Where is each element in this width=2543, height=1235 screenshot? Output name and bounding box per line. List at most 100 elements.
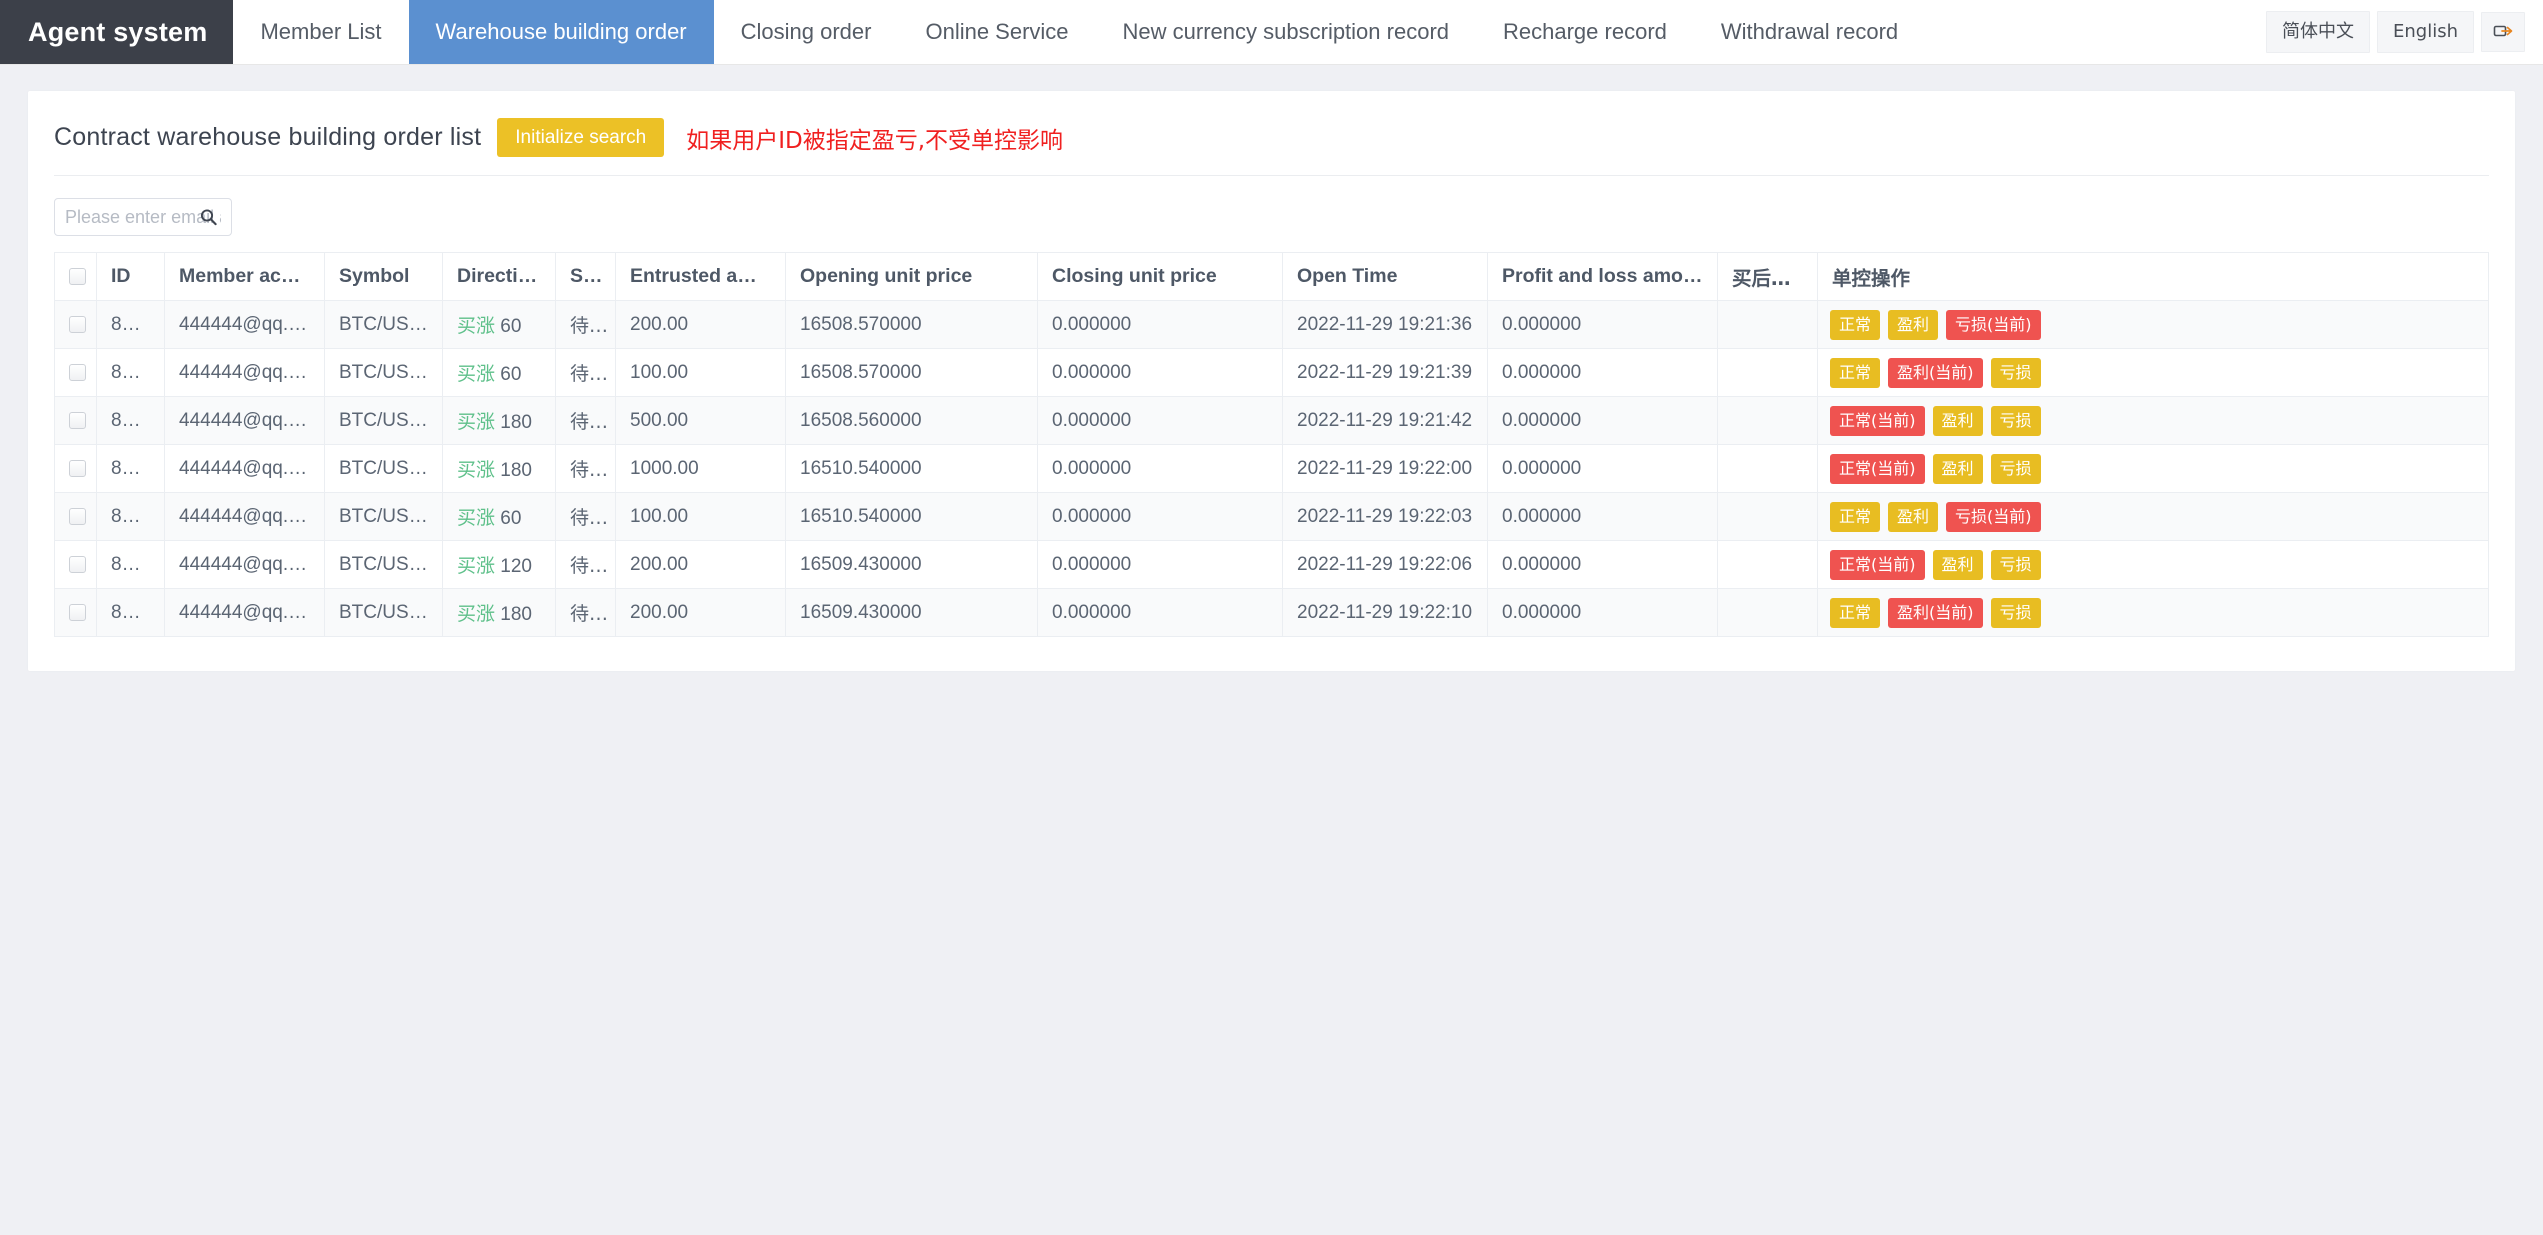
set-loss-button[interactable]: 亏损 [1990, 549, 2041, 580]
row-select-checkbox[interactable] [69, 315, 86, 333]
nav-item-recharge-record[interactable]: Recharge record [1476, 0, 1694, 64]
direction-value: 180 [500, 412, 532, 433]
col-header-direction[interactable]: Direction [442, 252, 556, 301]
set-loss-button[interactable]: 亏损 [1990, 357, 2041, 388]
set-profit-button[interactable]: 盈利 [1888, 501, 1939, 532]
cell-opening-unit-price: 16509.430000 [785, 588, 1038, 637]
language-zh-button[interactable]: 简体中文 [2266, 11, 2370, 53]
cell-balance-after [1717, 444, 1818, 493]
set-normal-button[interactable]: 正常(当前) [1830, 405, 1925, 436]
col-header-closing-unit-price[interactable]: Closing unit price [1037, 252, 1283, 301]
action-button-group: 正常(当前) 盈利 亏损 [1830, 405, 2476, 436]
logout-button[interactable] [2481, 12, 2525, 52]
row-select-checkbox[interactable] [69, 555, 86, 573]
col-header-state[interactable]: State [555, 252, 616, 301]
cell-single-control-actions: 正常(当前) 盈利 亏损 [1817, 444, 2489, 493]
set-profit-button[interactable]: 盈利 [1932, 549, 1983, 580]
cell-closing-unit-price: 0.000000 [1037, 348, 1283, 397]
col-header-open-time[interactable]: Open Time [1282, 252, 1488, 301]
direction-label: 买涨 [457, 555, 496, 577]
orders-table: ID Member account Symbol Direction State… [54, 252, 2489, 637]
cell-open-time: 2022-11-29 19:22:06 [1282, 540, 1488, 589]
set-loss-button[interactable]: 亏损 [1990, 597, 2041, 628]
cell-symbol: BTC/USDT [324, 444, 443, 493]
cell-direction: 买涨 180 [442, 444, 556, 493]
col-header-balance-after[interactable]: 买后余额 [1717, 252, 1818, 301]
row-select-checkbox[interactable] [69, 363, 86, 381]
col-header-symbol[interactable]: Symbol [324, 252, 443, 301]
row-select-cell [54, 300, 97, 349]
row-select-checkbox[interactable] [69, 411, 86, 429]
search-icon[interactable] [200, 209, 217, 226]
col-header-id[interactable]: ID [96, 252, 165, 301]
set-loss-button[interactable]: 亏损(当前) [1946, 309, 2041, 340]
col-header-entrusted-amount[interactable]: Entrusted amount [615, 252, 786, 301]
action-button-group: 正常 盈利 亏损(当前) [1830, 309, 2476, 340]
initialize-search-button[interactable]: Initialize search [497, 118, 665, 157]
nav-item-closing-order[interactable]: Closing order [714, 0, 899, 64]
cell-id: 8624 [96, 492, 165, 541]
cell-balance-after [1717, 540, 1818, 589]
set-normal-button[interactable]: 正常 [1830, 309, 1881, 340]
cell-balance-after [1717, 348, 1818, 397]
set-profit-button[interactable]: 盈利 [1888, 309, 1939, 340]
cell-closing-unit-price: 0.000000 [1037, 540, 1283, 589]
set-profit-button[interactable]: 盈利(当前) [1888, 597, 1983, 628]
cell-symbol: BTC/USDT [324, 588, 443, 637]
cell-opening-unit-price: 16510.540000 [785, 444, 1038, 493]
cell-entrusted-amount: 1000.00 [615, 444, 786, 493]
table-row: 8624444444@qq.comBTC/USDT买涨 60待结算100.001… [54, 492, 2489, 541]
direction-value: 180 [500, 460, 532, 481]
cell-symbol: BTC/USDT [324, 492, 443, 541]
table-row: 8620444444@qq.comBTC/USDT买涨 60待结算200.001… [54, 300, 2489, 349]
row-select-checkbox[interactable] [69, 459, 86, 477]
cell-direction: 买涨 60 [442, 300, 556, 349]
table-row: 8622444444@qq.comBTC/USDT买涨 180待结算500.00… [54, 396, 2489, 445]
set-loss-button[interactable]: 亏损 [1990, 405, 2041, 436]
set-normal-button[interactable]: 正常(当前) [1830, 549, 1925, 580]
row-select-checkbox[interactable] [69, 603, 86, 621]
set-normal-button[interactable]: 正常 [1830, 597, 1881, 628]
row-select-checkbox[interactable] [69, 507, 86, 525]
cell-balance-after [1717, 396, 1818, 445]
cell-symbol: BTC/USDT [324, 348, 443, 397]
cell-state: 待结算 [555, 588, 616, 637]
sign-out-icon [2493, 21, 2513, 44]
set-loss-button[interactable]: 亏损 [1990, 453, 2041, 484]
select-all-header [54, 252, 97, 301]
set-normal-button[interactable]: 正常(当前) [1830, 453, 1925, 484]
select-all-checkbox[interactable] [69, 268, 86, 286]
col-header-member-account[interactable]: Member account [164, 252, 325, 301]
cell-id: 8626 [96, 588, 165, 637]
col-header-opening-unit-price[interactable]: Opening unit price [785, 252, 1038, 301]
language-en-button[interactable]: English [2377, 11, 2474, 53]
order-list-card: Contract warehouse building order list I… [28, 91, 2515, 671]
set-normal-button[interactable]: 正常 [1830, 501, 1881, 532]
nav-item-withdrawal-record[interactable]: Withdrawal record [1694, 0, 1925, 64]
cell-symbol: BTC/USDT [324, 300, 443, 349]
set-loss-button[interactable]: 亏损(当前) [1946, 501, 2041, 532]
nav-item-member-list[interactable]: Member List [233, 0, 408, 64]
col-header-single-control[interactable]: 单控操作 [1817, 252, 2489, 301]
nav-item-online-service[interactable]: Online Service [898, 0, 1095, 64]
nav-item-new-currency-subscription-record[interactable]: New currency subscription record [1096, 0, 1476, 64]
cell-open-time: 2022-11-29 19:22:03 [1282, 492, 1488, 541]
cell-closing-unit-price: 0.000000 [1037, 300, 1283, 349]
set-profit-button[interactable]: 盈利 [1932, 453, 1983, 484]
cell-profit-loss-amount: 0.000000 [1487, 300, 1718, 349]
set-profit-button[interactable]: 盈利(当前) [1888, 357, 1983, 388]
cell-member-account: 444444@qq.com [164, 492, 325, 541]
cell-balance-after [1717, 300, 1818, 349]
cell-symbol: BTC/USDT [324, 540, 443, 589]
col-header-profit-loss-amount[interactable]: Profit and loss amount [1487, 252, 1718, 301]
cell-entrusted-amount: 200.00 [615, 300, 786, 349]
cell-open-time: 2022-11-29 19:22:10 [1282, 588, 1488, 637]
set-normal-button[interactable]: 正常 [1830, 357, 1881, 388]
cell-state: 待结算 [555, 300, 616, 349]
top-navbar: Agent system Member List Warehouse buildi… [0, 0, 2543, 65]
cell-closing-unit-price: 0.000000 [1037, 492, 1283, 541]
nav-item-warehouse-building-order[interactable]: Warehouse building order [408, 0, 714, 64]
row-select-cell [54, 348, 97, 397]
cell-entrusted-amount: 100.00 [615, 492, 786, 541]
set-profit-button[interactable]: 盈利 [1932, 405, 1983, 436]
